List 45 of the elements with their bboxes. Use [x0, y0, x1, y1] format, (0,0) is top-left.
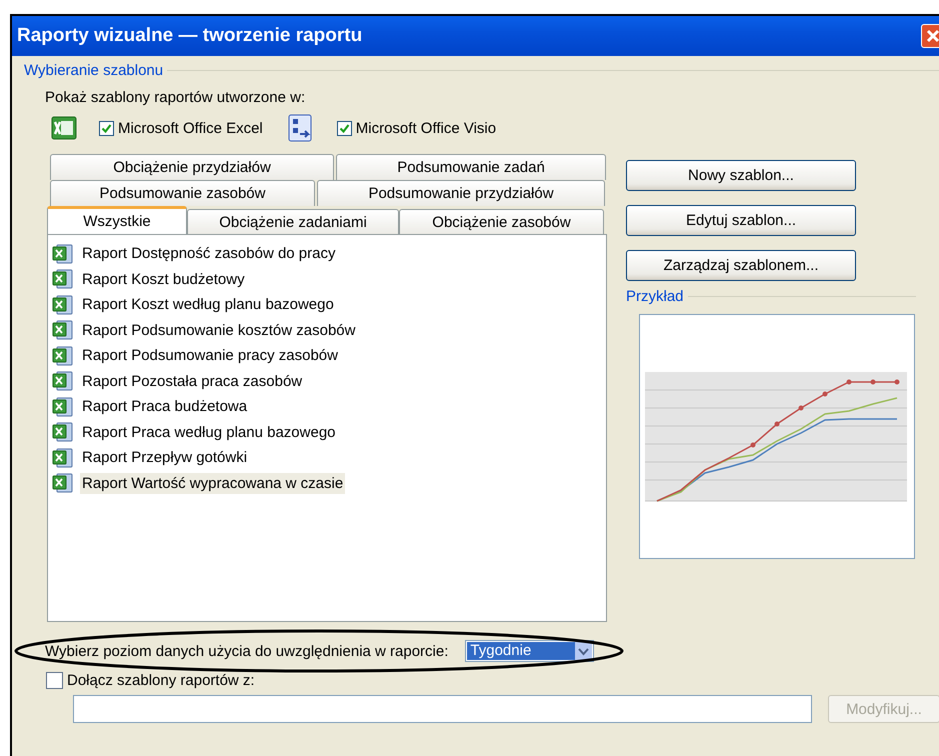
report-item[interactable]: Raport Podsumowanie kosztów zasobów — [80, 320, 358, 341]
checkbox[interactable] — [99, 120, 114, 136]
spreadsheet-icon — [52, 446, 74, 469]
report-item[interactable]: Raport Przepływ gotówki — [80, 447, 250, 468]
close-icon — [926, 29, 939, 43]
tab[interactable]: Podsumowanie przydziałów — [317, 180, 605, 206]
tab[interactable]: Podsumowanie zasobów — [50, 180, 315, 206]
group-legend: Przykład — [626, 288, 684, 305]
report-item[interactable]: Raport Koszt według planu bazowego — [80, 294, 336, 316]
report-item[interactable]: Raport Dostępność zasobów do pracy — [80, 243, 338, 264]
report-item[interactable]: Raport Podsumowanie pracy zasobów — [80, 345, 340, 366]
window-title: Raporty wizualne — tworzenie raportu — [17, 25, 364, 47]
spreadsheet-icon — [52, 370, 74, 392]
checkbox-label: Microsoft Office Excel — [118, 120, 263, 136]
checkbox-label: Dołącz szablony raportów z: — [67, 672, 255, 689]
close-button[interactable] — [921, 24, 939, 48]
level-label: Wybierz poziom danych użycia do uwzględnienia w raporcie: — [45, 642, 448, 660]
show-label: Pokaż szablony raportów utworzone w: — [45, 89, 306, 106]
template-button[interactable]: Nowy szablon... — [626, 160, 856, 191]
report-item[interactable]: Raport Praca budżetowa — [80, 396, 250, 418]
tab[interactable]: Obciążenie przydziałów — [50, 154, 334, 180]
report-item[interactable]: Raport Wartość wypracowana w czasie — [80, 472, 346, 494]
spreadsheet-icon — [52, 319, 74, 342]
checkbox[interactable] — [46, 672, 63, 689]
tab[interactable]: Obciążenie zasobów — [399, 209, 604, 234]
report-item[interactable]: Raport Koszt budżetowy — [80, 268, 247, 290]
report-item[interactable]: Raport Pozostała praca zasobów — [80, 370, 304, 392]
report-item[interactable]: Raport Praca według planu bazowego — [80, 422, 338, 443]
spreadsheet-icon — [52, 421, 74, 444]
group-legend: Wybieranie szablonu — [24, 62, 164, 79]
spreadsheet-icon — [52, 268, 74, 290]
level-dropdown[interactable]: Tygodnie — [465, 640, 594, 662]
spreadsheet-icon — [52, 242, 74, 265]
spreadsheet-icon — [52, 472, 74, 494]
template-button[interactable]: Zarządzaj szablonem... — [626, 250, 856, 281]
tab[interactable]: Podsumowanie zadań — [336, 154, 606, 180]
spreadsheet-icon — [52, 344, 74, 367]
checkbox-label: Microsoft Office Visio — [356, 120, 496, 136]
checkbox[interactable] — [336, 120, 352, 136]
spreadsheet-icon — [52, 294, 74, 316]
template-button[interactable]: Edytuj szablon... — [626, 205, 856, 236]
path-field[interactable] — [73, 695, 812, 723]
spreadsheet-icon — [52, 396, 74, 418]
tab[interactable]: Obciążenie zadaniami — [187, 209, 399, 234]
tab[interactable]: Wszystkie — [47, 206, 187, 234]
